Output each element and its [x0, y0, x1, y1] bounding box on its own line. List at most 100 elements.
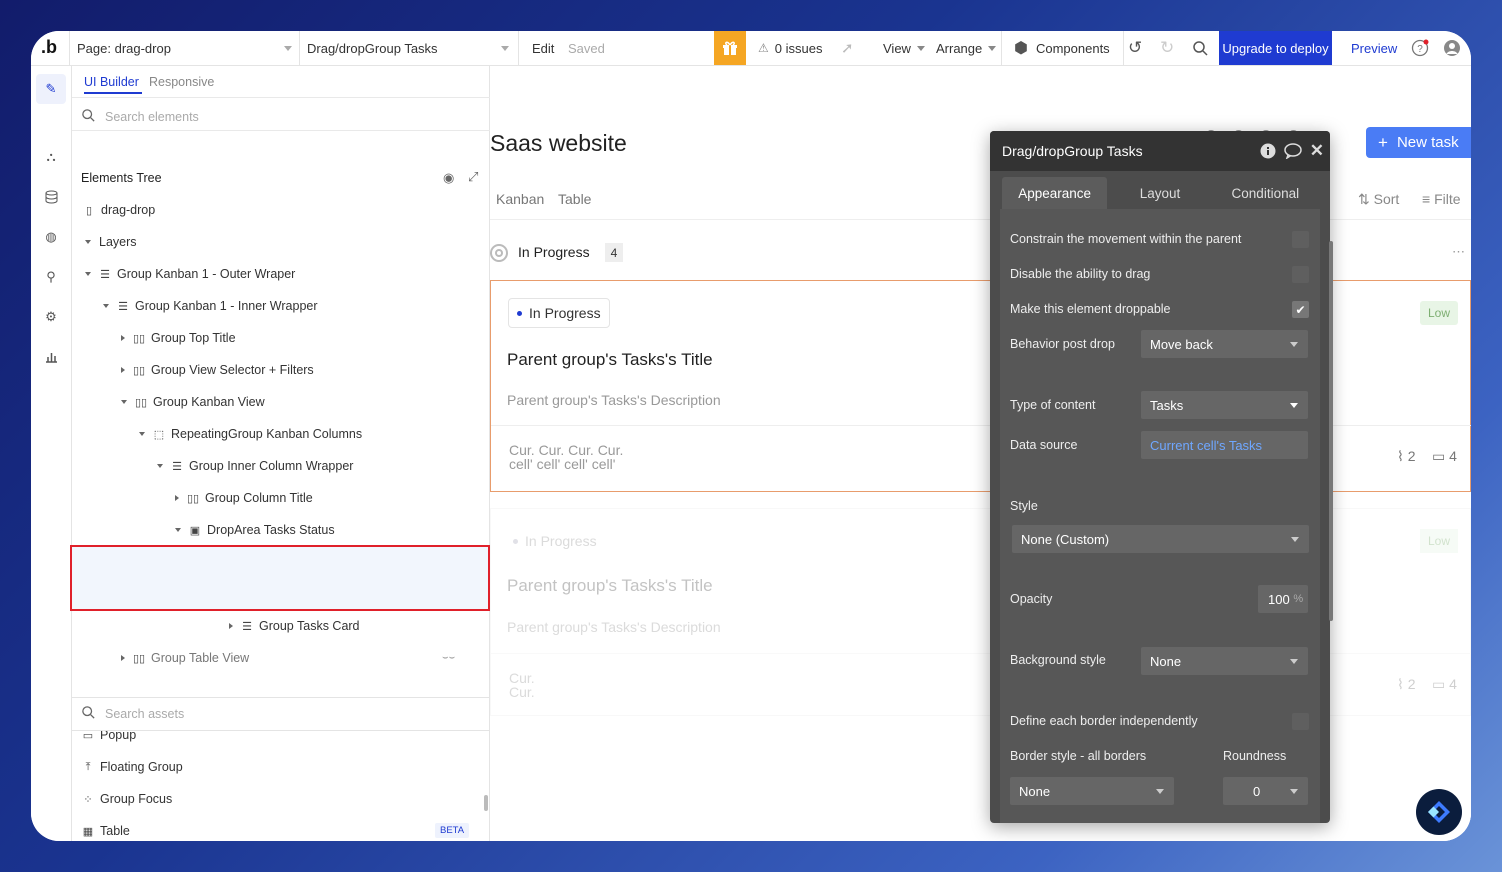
avatar[interactable] — [1443, 31, 1461, 65]
arrange-menu[interactable]: Arrange — [936, 31, 997, 65]
panel-scrollbar[interactable] — [1329, 241, 1333, 621]
element-selector[interactable]: Drag/dropGroup Tasks — [307, 31, 509, 65]
background-style-dropdown[interactable]: None — [1141, 647, 1308, 675]
tab-conditional[interactable]: Conditional — [1213, 177, 1318, 209]
roundness-label: Roundness — [1223, 749, 1287, 763]
settings-icon[interactable]: ⚙ — [40, 306, 62, 328]
search-icon — [82, 706, 95, 722]
tree-row[interactable]: ▣ DropArea Tasks Status — [175, 514, 335, 546]
bubble-logo[interactable]: .b — [41, 37, 57, 58]
comment-icon[interactable] — [1284, 143, 1302, 162]
tree-row[interactable]: ▯▯ Group Column Title — [175, 482, 313, 514]
palette-icon[interactable]: ◍ — [40, 226, 62, 248]
diamond-logo-icon — [1428, 801, 1450, 823]
tree-row[interactable]: ▯▯ Group Kanban View — [121, 386, 265, 418]
tree-row[interactable]: ▯▯ Group View Selector + Filters — [121, 354, 314, 386]
data-source-field[interactable]: Current cell's Tasks — [1141, 431, 1308, 459]
edit-menu[interactable]: Edit — [532, 31, 554, 65]
opacity-input[interactable]: 100 % — [1258, 585, 1308, 613]
focus-icon: ⁘ — [83, 793, 93, 806]
disable-drag-checkbox[interactable] — [1292, 266, 1309, 283]
constrain-checkbox[interactable] — [1292, 231, 1309, 248]
asset-item[interactable]: ⁘ Group Focus — [82, 783, 172, 815]
tab-ui-builder[interactable]: UI Builder — [84, 75, 139, 89]
pencil-icon[interactable]: ✎ — [36, 74, 66, 104]
expand-icon[interactable]: ⤢ — [468, 169, 478, 185]
tree-layers[interactable]: Layers — [85, 226, 137, 258]
sort-button[interactable]: ⇅ Sort — [1358, 191, 1399, 208]
column-icon: ▯▯ — [133, 364, 146, 377]
elements-panel: UI Builder Responsive Search elements El… — [72, 66, 490, 841]
search-assets-input[interactable]: Search assets — [82, 701, 482, 727]
tree-row[interactable]: ☰ Group Kanban 1 - Outer Wraper — [85, 258, 295, 290]
attachment-count: ⌇ 2 — [1397, 448, 1416, 464]
border-style-dropdown[interactable]: None — [1010, 777, 1174, 805]
eye-icon[interactable]: ◉ — [443, 170, 454, 186]
style-dropdown[interactable]: None (Custom) — [1012, 525, 1309, 553]
roundness-input[interactable]: 0 — [1223, 777, 1308, 805]
new-task-button[interactable]: + New task — [1366, 127, 1471, 158]
group-icon: ☰ — [100, 268, 110, 281]
content-type-label: Type of content — [1010, 398, 1096, 412]
help-icon[interactable]: ? — [1411, 31, 1429, 65]
asset-item[interactable]: ⤒ Floating Group — [82, 751, 183, 783]
search-icon — [82, 109, 95, 125]
hidden-eye-icon[interactable]: ⌣⌣ — [442, 652, 455, 663]
asset-item[interactable]: ▦ Table — [82, 815, 130, 841]
tab-appearance[interactable]: Appearance — [1002, 177, 1108, 209]
property-editor[interactable]: Drag/dropGroup Tasks ✕ Appearance Layout… — [990, 131, 1330, 823]
filter-button[interactable]: ≡ Filte — [1422, 191, 1461, 207]
tree-row[interactable]: ▯▯ Group Top Title — [121, 322, 236, 354]
border-independent-checkbox[interactable] — [1292, 713, 1309, 730]
tab-kanban[interactable]: Kanban — [496, 191, 544, 207]
search-icon[interactable] — [1193, 31, 1208, 65]
group-icon: ☰ — [172, 460, 182, 473]
property-editor-header[interactable]: Drag/dropGroup Tasks ✕ — [990, 131, 1330, 171]
tab-layout[interactable]: Layout — [1107, 177, 1212, 209]
tree-row[interactable]: ☰ Group Kanban 1 - Inner Wrapper — [103, 290, 318, 322]
search-elements-input[interactable]: Search elements — [82, 104, 482, 130]
repeating-icon: ⬚ — [153, 428, 165, 441]
undo-icon[interactable]: ↺ — [1128, 31, 1142, 65]
tab-responsive[interactable]: Responsive — [149, 75, 214, 89]
tree-row-label: RepeatingGroup Kanban Columns — [171, 427, 363, 441]
tree-row-label: DropArea Tasks Status — [207, 523, 335, 537]
content-type-dropdown[interactable]: Tasks — [1141, 391, 1308, 419]
upgrade-to-deploy-button[interactable]: Upgrade to deploy — [1219, 31, 1332, 65]
asset-item[interactable]: ▭ Popup — [82, 731, 136, 751]
chart-icon[interactable] — [40, 346, 62, 368]
style-label: Style — [1010, 499, 1038, 513]
tree-row-label: Group Inner Column Wrapper — [189, 459, 354, 473]
tool-rail: ✎ ⛬ ◍ ⚲ ⚙ — [31, 66, 72, 841]
cube-icon: ⬢ — [1014, 40, 1028, 57]
issues-indicator[interactable]: ⚠ 0 issues — [758, 31, 822, 65]
tree-page-item[interactable]: ▯ drag-drop — [83, 194, 155, 226]
tree-row[interactable]: ⬚ RepeatingGroup Kanban Columns — [139, 418, 362, 450]
gift-icon[interactable] — [714, 31, 746, 65]
cursor-icon[interactable]: ➚ — [841, 31, 854, 65]
saved-status: Saved — [568, 40, 605, 56]
database-icon[interactable] — [40, 186, 62, 208]
workflow-icon[interactable]: ⛬ — [40, 146, 62, 168]
column-icon: ▯▯ — [133, 332, 146, 345]
page-selector[interactable]: Page: drag-drop — [77, 31, 292, 65]
tree-row[interactable]: ☰ Group Tasks Card — [229, 610, 360, 642]
droppable-checkbox[interactable]: ✔ — [1292, 301, 1309, 318]
info-icon[interactable] — [1260, 143, 1276, 162]
assistant-fab[interactable] — [1416, 789, 1462, 835]
plugin-icon[interactable]: ⚲ — [40, 266, 62, 288]
view-menu[interactable]: View — [883, 31, 925, 65]
preview-button[interactable]: Preview — [1351, 31, 1397, 65]
svg-text:?: ? — [1417, 44, 1423, 55]
tree-row-label: Group Kanban 1 - Outer Wraper — [117, 267, 296, 281]
tab-table[interactable]: Table — [558, 191, 591, 207]
column-count-badge: 4 — [605, 243, 623, 262]
behavior-dropdown[interactable]: Move back — [1141, 330, 1308, 358]
more-icon[interactable]: ⋯ — [1452, 244, 1465, 260]
disable-drag-label: Disable the ability to drag — [1010, 267, 1151, 281]
tree-row[interactable]: ▯▯ Group Table View — [121, 642, 249, 674]
tree-row[interactable]: ☰ Group Inner Column Wrapper — [157, 450, 353, 482]
redo-icon[interactable]: ↻ — [1160, 31, 1174, 65]
components-button[interactable]: ⬢ Components — [1014, 31, 1110, 65]
close-icon[interactable]: ✕ — [1310, 141, 1324, 161]
